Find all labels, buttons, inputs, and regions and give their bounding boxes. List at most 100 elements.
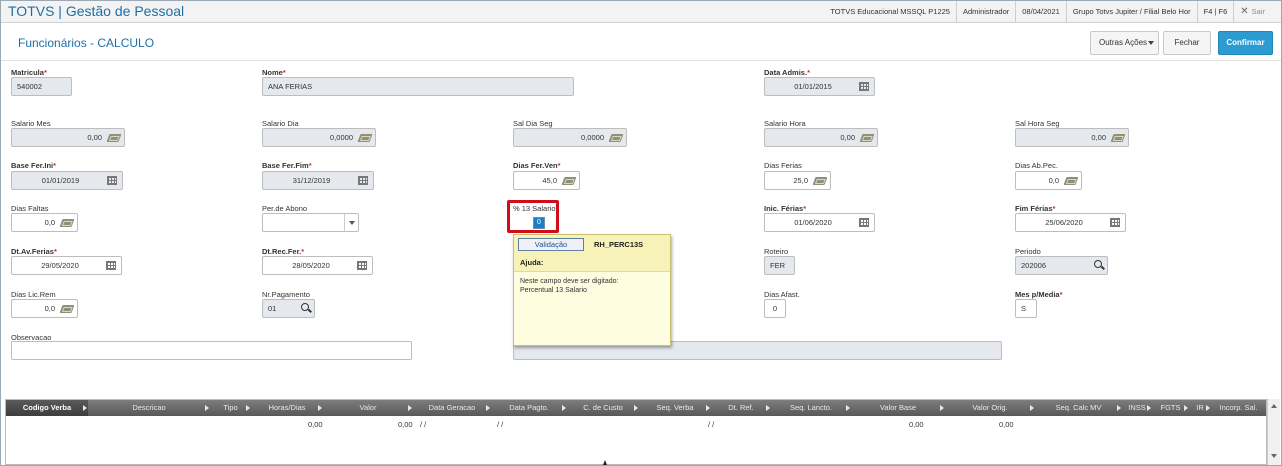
dt-av-ferias-field[interactable]: 29/05/2020 <box>11 256 122 275</box>
field-code: RH_PERC13S <box>594 240 644 249</box>
exit-button[interactable]: ✕ Sair <box>1233 1 1271 22</box>
dias-lic-rem-field[interactable]: 0,0 <box>11 299 78 318</box>
per-abono-select[interactable] <box>262 213 359 232</box>
column-header-descricao[interactable]: Descricao <box>88 400 210 416</box>
calendar-icon[interactable] <box>1110 218 1120 227</box>
calendar-icon[interactable] <box>358 176 368 185</box>
dias-faltas-field[interactable]: 0,0 <box>11 213 78 232</box>
calendar-icon[interactable] <box>859 82 869 91</box>
sort-arrow-icon <box>766 405 770 411</box>
roteiro-field[interactable]: FER <box>764 256 795 275</box>
periodo-field[interactable]: 202006 <box>1015 256 1108 275</box>
cash-icon[interactable] <box>859 134 875 142</box>
calendar-icon[interactable] <box>107 176 117 185</box>
calendar-icon[interactable] <box>357 261 367 270</box>
cell-data-pagto: / / <box>497 420 504 429</box>
grid-scrollbar[interactable] <box>1267 399 1280 465</box>
column-header-seq-calc-mv[interactable]: Seq. Calc MV <box>1035 400 1122 416</box>
system-date[interactable]: 08/04/2021 <box>1015 1 1066 22</box>
cash-icon[interactable] <box>357 134 373 142</box>
close-button[interactable]: Fechar <box>1163 31 1211 55</box>
matricula-field[interactable]: 540002 <box>11 77 72 96</box>
salario-hora-field[interactable]: 0,00 <box>764 128 878 147</box>
column-header-data-geracao[interactable]: Data Geracao <box>413 400 491 416</box>
dias-ab-pec-field[interactable]: 0,0 <box>1015 171 1082 190</box>
chevron-down-icon[interactable] <box>344 214 358 231</box>
base-fer-ini-label: Base Fer.Ini* <box>11 161 57 170</box>
app-title: TOTVS | Gestão de Pessoal <box>8 3 185 19</box>
mes-p-media-label: Mes p/Media* <box>1015 290 1063 299</box>
cash-icon[interactable] <box>812 177 828 185</box>
column-header-tipo[interactable]: Tipo <box>210 400 251 416</box>
branch-name[interactable]: Grupo Totvs Jupiter / Filial Belo Hor <box>1065 1 1197 22</box>
dias-lic-rem-label: Dias Lic.Rem <box>11 290 56 299</box>
column-header-ir[interactable]: IR <box>1189 400 1211 416</box>
verbas-grid: Codigo Verba Descricao Tipo Horas/Dias V… <box>5 399 1267 465</box>
close-icon: ✕ <box>1240 6 1249 17</box>
sal-dia-seg-field[interactable]: 0,0000 <box>513 128 627 147</box>
inic-ferias-field[interactable]: 01/06/2020 <box>764 213 875 232</box>
column-header-c-custo[interactable]: C. de Custo <box>567 400 639 416</box>
scroll-up-icon[interactable] <box>1271 404 1277 408</box>
column-header-seq-verba[interactable]: Seq. Verba <box>639 400 711 416</box>
system-name[interactable]: TOTVS Educacional MSSQL P1225 <box>824 1 956 22</box>
search-icon[interactable] <box>1094 260 1102 268</box>
column-header-horas-dias[interactable]: Horas/Dias <box>251 400 323 416</box>
column-header-valor-base[interactable]: Valor Base <box>851 400 945 416</box>
sal-hora-seg-field[interactable]: 0,00 <box>1015 128 1129 147</box>
salario-dia-field[interactable]: 0,0000 <box>262 128 376 147</box>
fim-ferias-label: Fim Férias* <box>1015 204 1056 213</box>
perc-13-field[interactable]: 0 <box>533 217 545 229</box>
dias-ferias-field[interactable]: 25,0 <box>764 171 831 190</box>
sort-arrow-icon <box>246 405 250 411</box>
column-header-codigo-verba[interactable]: Codigo Verba <box>6 400 88 416</box>
column-header-data-pagto[interactable]: Data Pagto. <box>491 400 567 416</box>
scroll-down-icon[interactable] <box>1271 454 1277 458</box>
dias-afast-label: Dias Afast. <box>764 290 800 299</box>
cash-icon[interactable] <box>1110 134 1126 142</box>
search-icon[interactable] <box>301 303 309 311</box>
dias-afast-field[interactable]: 0 <box>764 299 786 318</box>
column-header-valor[interactable]: Valor <box>323 400 413 416</box>
dias-ab-pec-label: Dias Ab.Pec. <box>1015 161 1058 170</box>
cash-icon[interactable] <box>1063 177 1079 185</box>
base-fer-ini-field[interactable]: 01/01/2019 <box>11 171 123 190</box>
other-actions-button[interactable]: Outras Ações <box>1090 31 1159 55</box>
top-bar: TOTVS | Gestão de Pessoal TOTVS Educacio… <box>1 1 1281 23</box>
cell-horas-dias: 0,00 <box>308 420 323 429</box>
salario-dia-label: Salario Dia <box>262 119 299 128</box>
dias-fer-ven-field[interactable]: 45,0 <box>513 171 580 190</box>
calendar-icon[interactable] <box>859 218 869 227</box>
column-header-seq-lancto[interactable]: Seq. Lancto. <box>771 400 851 416</box>
mes-p-media-field[interactable]: S <box>1015 299 1037 318</box>
validation-button[interactable]: Validação <box>518 238 584 251</box>
cash-icon[interactable] <box>59 305 75 313</box>
dt-rec-fer-field[interactable]: 28/05/2020 <box>262 256 373 275</box>
sort-arrow-icon <box>1206 405 1210 411</box>
observacao-field[interactable] <box>11 341 412 360</box>
base-fer-fim-label: Base Fer.Fim* <box>262 161 312 170</box>
cash-icon[interactable] <box>608 134 624 142</box>
confirm-button[interactable]: Confirmar <box>1218 31 1273 55</box>
calendar-icon[interactable] <box>106 261 116 270</box>
column-header-dt-ref[interactable]: Dt. Ref. <box>711 400 771 416</box>
base-fer-fim-field[interactable]: 31/12/2019 <box>262 171 374 190</box>
cash-icon[interactable] <box>59 219 75 227</box>
column-header-inss[interactable]: INSS <box>1122 400 1152 416</box>
help-title: Ajuda: <box>520 258 544 267</box>
table-row[interactable]: 0,00 0,00 / / / / / / 0,00 0,00 <box>6 420 1266 434</box>
cash-icon[interactable] <box>561 177 577 185</box>
nr-pagamento-field[interactable]: 01 <box>262 299 315 318</box>
nome-field[interactable]: ANA FERIAS <box>262 77 574 96</box>
fim-ferias-field[interactable]: 25/06/2020 <box>1015 213 1126 232</box>
column-header-valor-orig[interactable]: Valor Orig. <box>945 400 1035 416</box>
data-admis-field[interactable]: 01/01/2015 <box>764 77 875 96</box>
column-header-incorp-sal[interactable]: Incorp. Sal. <box>1211 400 1266 416</box>
salario-mes-field[interactable]: 0,00 <box>11 128 125 147</box>
user-name[interactable]: Administrador <box>955 1 1015 22</box>
column-header-fgts[interactable]: FGTS <box>1152 400 1189 416</box>
sort-arrow-icon <box>83 405 87 411</box>
cell-data-geracao: / / <box>420 420 427 429</box>
cash-icon[interactable] <box>106 134 122 142</box>
shortcut-keys[interactable]: F4 | F6 <box>1196 1 1234 22</box>
